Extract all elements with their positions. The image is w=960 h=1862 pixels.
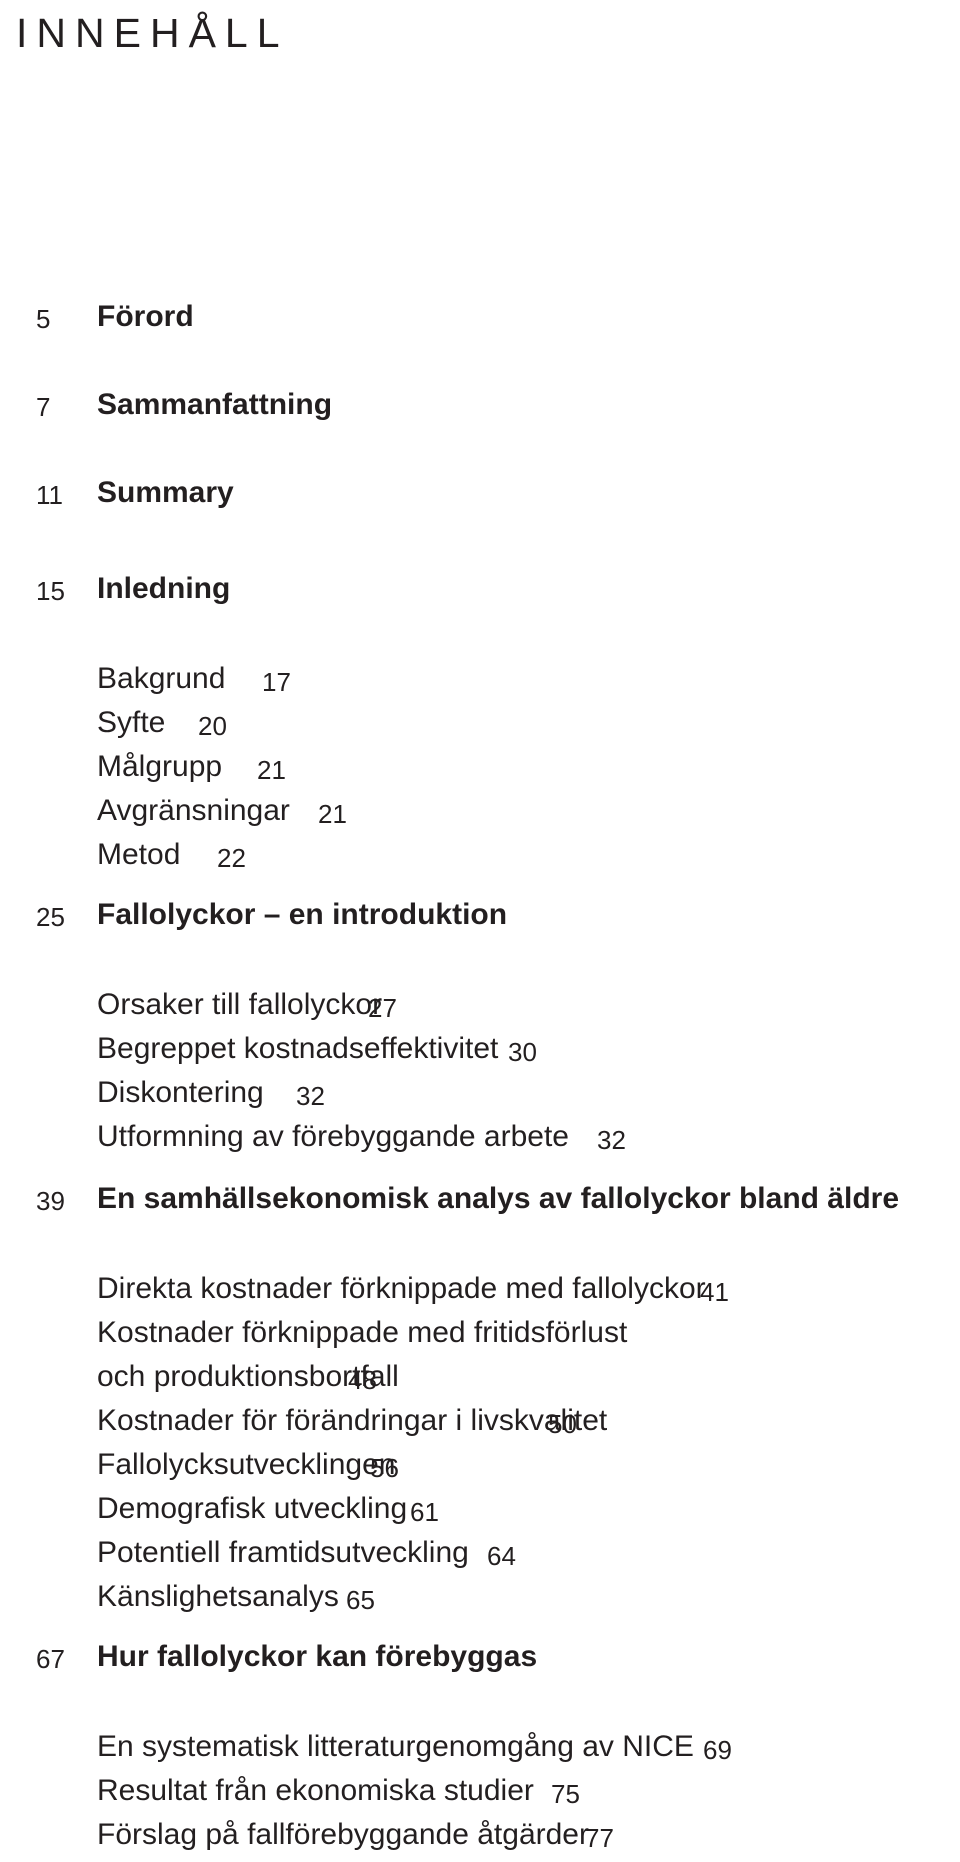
toc-entry-title: Förord	[97, 300, 194, 333]
toc-entry-page: 11	[36, 480, 63, 510]
toc-subentry-page: 77	[585, 1823, 614, 1853]
toc-subentry-label: Potentiell framtidsutveckling	[97, 1536, 469, 1569]
toc-subentry-label: Begreppet kostnadseffektivitet	[97, 1032, 499, 1065]
toc-subentry[interactable]: Diskontering 32	[0, 1076, 960, 1120]
toc-subentry[interactable]: Direkta kostnader förknippade med fallol…	[0, 1272, 960, 1316]
toc-entry-page: 25	[36, 902, 65, 932]
toc-subentry[interactable]: Metod 22	[0, 838, 960, 882]
toc-subentry[interactable]: Bakgrund 17	[0, 662, 960, 706]
toc-page: INNEHÅLL 5 Förord 7 Sammanfattning 11 Su…	[0, 0, 960, 1853]
toc-subentry-label: Kostnader för förändringar i livskvalite…	[97, 1404, 608, 1437]
toc-entry[interactable]: 67 Hur fallolyckor kan förebyggas	[0, 1640, 960, 1684]
toc-subentry-label: Orsaker till fallolyckor	[97, 988, 383, 1021]
toc-entry-page: 15	[36, 576, 65, 606]
toc-subentry[interactable]: Syfte 20	[0, 706, 960, 750]
toc-entry-title: Hur fallolyckor kan förebyggas	[97, 1640, 538, 1673]
toc-subentry-page: 61	[410, 1497, 439, 1527]
toc-subentry[interactable]: En systematisk litteraturgenomgång av NI…	[0, 1730, 960, 1774]
toc-subentry-label: Resultat från ekonomiska studier	[97, 1774, 534, 1807]
toc-entry-title: Summary	[97, 476, 234, 509]
toc-subentry-label: Metod	[97, 838, 181, 871]
toc-subentry[interactable]: Kostnader förknippade med fritidsförlust	[0, 1316, 960, 1360]
toc-subentry[interactable]: Demografisk utveckling 61	[0, 1492, 960, 1536]
toc-entry[interactable]: 5 Förord	[0, 300, 960, 344]
toc-subentry-label: Avgränsningar	[97, 794, 290, 827]
toc-subentry-page: 41	[700, 1277, 729, 1307]
toc-entry[interactable]: 11 Summary	[0, 476, 960, 520]
toc-subentry[interactable]: Förslag på fallförebyggande åtgärder 77	[0, 1818, 960, 1862]
page-title: INNEHÅLL	[16, 10, 289, 56]
toc-entry[interactable]: 15 Inledning	[0, 572, 960, 616]
toc-subentry-page: 32	[296, 1081, 325, 1111]
toc-entry-title: Fallolyckor – en introduktion	[97, 898, 508, 931]
toc-entry-title: En samhällsekonomisk analys av fallolyck…	[97, 1182, 900, 1215]
toc-subentry-page: 56	[370, 1453, 399, 1483]
toc-subentry-page: 32	[597, 1125, 626, 1155]
toc-subentry-label: Känslighetsanalys	[97, 1580, 339, 1613]
toc-subentry[interactable]: Känslighetsanalys 65	[0, 1580, 960, 1624]
toc-list: 5 Förord 7 Sammanfattning 11 Summary 15 …	[0, 300, 960, 1862]
toc-subentry-page: 21	[257, 755, 286, 785]
toc-subentry-label: Förslag på fallförebyggande åtgärder	[97, 1818, 589, 1851]
toc-subentry[interactable]: Målgrupp 21	[0, 750, 960, 794]
toc-subentry[interactable]: Avgränsningar 21	[0, 794, 960, 838]
toc-subentry-label: Målgrupp	[97, 750, 223, 783]
toc-subentry[interactable]: Utformning av förebyggande arbete 32	[0, 1120, 960, 1164]
toc-subentry-page: 20	[198, 711, 227, 741]
toc-entry[interactable]: 25 Fallolyckor – en introduktion	[0, 898, 960, 942]
toc-subentry-label: Syfte	[97, 706, 166, 739]
toc-subentry[interactable]: Begreppet kostnadseffektivitet 30	[0, 1032, 960, 1076]
toc-entry-page: 67	[36, 1644, 65, 1674]
toc-subentry-page: 65	[346, 1585, 375, 1615]
toc-entry-page: 39	[36, 1186, 65, 1216]
toc-subentry[interactable]: Fallolycksutvecklingen 56	[0, 1448, 960, 1492]
toc-subentry-label: Bakgrund	[97, 662, 226, 695]
toc-subentry[interactable]: Kostnader för förändringar i livskvalite…	[0, 1404, 960, 1448]
toc-subentry-label: Direkta kostnader förknippade med fallol…	[97, 1272, 706, 1305]
toc-subentry-label: En systematisk litteraturgenomgång av NI…	[97, 1730, 694, 1763]
toc-entry[interactable]: 39 En samhällsekonomisk analys av fallol…	[0, 1182, 960, 1226]
toc-subentry-label: Utformning av förebyggande arbete	[97, 1120, 569, 1153]
toc-subentry[interactable]: Orsaker till fallolyckor 27	[0, 988, 960, 1032]
toc-subentry-page: 17	[262, 667, 291, 697]
toc-subentry-page: 64	[487, 1541, 516, 1571]
toc-subentry-label: Fallolycksutvecklingen	[97, 1448, 396, 1481]
toc-subentry-page: 50	[548, 1409, 577, 1439]
toc-subentry-label: Demografisk utveckling	[97, 1492, 408, 1525]
toc-entry[interactable]: 7 Sammanfattning	[0, 388, 960, 432]
toc-subentry[interactable]: och produktionsbortfall 48	[0, 1360, 960, 1404]
toc-subentry-page: 30	[508, 1037, 537, 1067]
toc-subentry[interactable]: Potentiell framtidsutveckling 64	[0, 1536, 960, 1580]
toc-subentry-page: 21	[318, 799, 347, 829]
toc-subentry-page: 69	[703, 1735, 732, 1765]
toc-entry-page: 7	[36, 392, 51, 422]
toc-entry-page: 5	[36, 304, 51, 334]
toc-subentry-page: 75	[551, 1779, 580, 1809]
toc-subentry-page: 22	[217, 843, 246, 873]
toc-subentry-page: 27	[368, 993, 397, 1023]
toc-entry-title: Sammanfattning	[97, 388, 333, 421]
toc-subentry-page: 48	[348, 1365, 377, 1395]
toc-subentry-label: Kostnader förknippade med fritidsförlust	[97, 1316, 628, 1349]
toc-subentry-label: Diskontering	[97, 1076, 264, 1109]
toc-subentry[interactable]: Resultat från ekonomiska studier 75	[0, 1774, 960, 1818]
toc-entry-title: Inledning	[97, 572, 231, 605]
